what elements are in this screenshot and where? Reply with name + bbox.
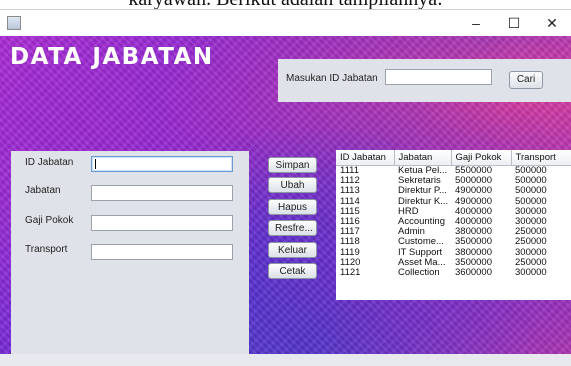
table-row[interactable]: 1112 Sekretaris 5000000 500000	[336, 176, 571, 186]
window-bottom-strip	[0, 354, 571, 366]
refresh-button[interactable]: Resfre...	[268, 220, 317, 236]
minimize-button[interactable]: –	[457, 10, 495, 36]
table-row[interactable]: 1120 Asset Ma... 3500000 250000	[336, 258, 571, 268]
table-cell: 1114	[340, 196, 360, 207]
close-button[interactable]: ✕	[533, 10, 571, 36]
page-title: DATA JABATAN	[10, 44, 214, 70]
table-cell: 500000	[515, 176, 547, 187]
table-cell: Asset Ma...	[398, 257, 446, 268]
table-cell: 3500000	[455, 257, 492, 268]
table-cell: 3800000	[455, 247, 492, 258]
table-cell: 4000000	[455, 206, 492, 217]
table-cell: Custome...	[398, 237, 444, 248]
main-content: DATA JABATAN Masukan ID Jabatan Cari ID …	[0, 36, 571, 354]
table-cell: 250000	[515, 227, 547, 238]
table-cell: Collection	[398, 267, 440, 278]
transport-field[interactable]	[91, 244, 233, 260]
table-cell: 250000	[515, 237, 547, 248]
table-cell: 1116	[340, 216, 360, 228]
transport-label: Transport	[25, 244, 68, 255]
column-header-gaji-pokok[interactable]: Gaji Pokok	[451, 150, 512, 166]
column-header-id-jabatan[interactable]: ID Jabatan	[336, 150, 395, 166]
table-row[interactable]: 1115 HRD 4000000 300000	[336, 207, 571, 217]
table-cell: Accounting	[398, 216, 446, 228]
table-cell: 1118	[340, 237, 360, 248]
table-cell: 4000000	[455, 216, 492, 228]
table-cell: 5500000	[455, 165, 492, 177]
table-cell: 300000	[515, 216, 547, 228]
table-cell: 1119	[340, 247, 360, 258]
table-cell: Sekretaris	[398, 176, 441, 187]
jabatan-field[interactable]	[91, 185, 233, 201]
table-body: 1111 Ketua Pel... 5500000 500000 1112 Sekreta…	[336, 166, 571, 279]
gaji-pokok-field[interactable]	[91, 215, 233, 231]
column-header-jabatan[interactable]: Jabatan	[394, 150, 452, 166]
table-cell: Admin	[398, 227, 425, 238]
java-app-icon	[7, 16, 21, 30]
table-cell: 250000	[515, 257, 547, 268]
table-cell: 4900000	[455, 196, 492, 207]
cari-button[interactable]: Cari	[509, 71, 543, 89]
table-cell: 300000	[515, 267, 547, 278]
table-cell: 1113	[340, 186, 360, 197]
table-row[interactable]: 1113 Direktur P... 4900000 500000	[336, 186, 571, 196]
search-input[interactable]	[385, 69, 492, 85]
table-row[interactable]: 1119 IT Support 3800000 300000	[336, 248, 571, 258]
jabatan-label: Jabatan	[25, 185, 61, 196]
title-bar: – ☐ ✕	[0, 10, 571, 36]
table-row[interactable]: 1116 Accounting 4000000 300000	[336, 217, 571, 227]
column-header-transport[interactable]: Transport	[511, 150, 571, 166]
table-row[interactable]: 1114 Direktur K... 4900000 500000	[336, 197, 571, 207]
table-cell: 1115	[340, 206, 360, 217]
table-cell: 1121	[340, 267, 361, 278]
table-cell: Direktur K...	[398, 196, 449, 207]
table-cell: Direktur P...	[398, 186, 447, 197]
ubah-button[interactable]: Ubah	[268, 177, 317, 193]
table-cell: 3600000	[455, 267, 492, 278]
id-jabatan-field[interactable]	[91, 156, 233, 172]
table-cell: 5000000	[455, 176, 492, 187]
table-row[interactable]: 1118 Custome... 3500000 250000	[336, 237, 571, 247]
table-row[interactable]: 1111 Ketua Pel... 5500000 500000	[336, 166, 571, 177]
table-cell: 500000	[515, 196, 547, 207]
jabatan-table: ID Jabatan Jabatan Gaji Pokok Transport …	[336, 150, 571, 300]
text-caret	[95, 159, 96, 169]
table-cell: 3800000	[455, 227, 492, 238]
table-header-row: ID Jabatan Jabatan Gaji Pokok Transport	[336, 150, 571, 166]
form-panel: ID Jabatan Jabatan Gaji Pokok Transport	[11, 151, 249, 354]
table-cell: IT Support	[398, 247, 443, 258]
table-cell: 1117	[340, 227, 360, 238]
table-cell: Ketua Pel...	[398, 165, 448, 177]
table-row[interactable]: 1121 Collection 3600000 300000	[336, 268, 571, 278]
gaji-pokok-label: Gaji Pokok	[25, 215, 74, 226]
id-jabatan-label: ID Jabatan	[25, 157, 74, 168]
table-cell: 500000	[515, 165, 547, 177]
search-panel: Masukan ID Jabatan Cari	[278, 59, 571, 102]
simpan-button[interactable]: Simpan	[268, 157, 317, 173]
cetak-button[interactable]: Cetak	[268, 263, 317, 279]
table-cell: 1120	[340, 257, 361, 268]
table-cell: HRD	[398, 206, 419, 217]
keluar-button[interactable]: Keluar	[268, 242, 317, 258]
table-cell: 300000	[515, 247, 547, 258]
table-cell: 4900000	[455, 186, 492, 197]
table-cell: 300000	[515, 206, 547, 217]
table-cell: 500000	[515, 186, 547, 197]
maximize-button[interactable]: ☐	[495, 10, 533, 36]
table-row[interactable]: 1117 Admin 3800000 250000	[336, 227, 571, 237]
hapus-button[interactable]: Hapus	[268, 199, 317, 215]
table-cell: 1111	[340, 165, 360, 177]
app-window: – ☐ ✕ DATA JABATAN Masukan ID Jabatan Ca…	[0, 9, 571, 366]
search-label: Masukan ID Jabatan	[286, 73, 378, 84]
table-cell: 1112	[340, 176, 360, 187]
table-cell: 3500000	[455, 237, 492, 248]
